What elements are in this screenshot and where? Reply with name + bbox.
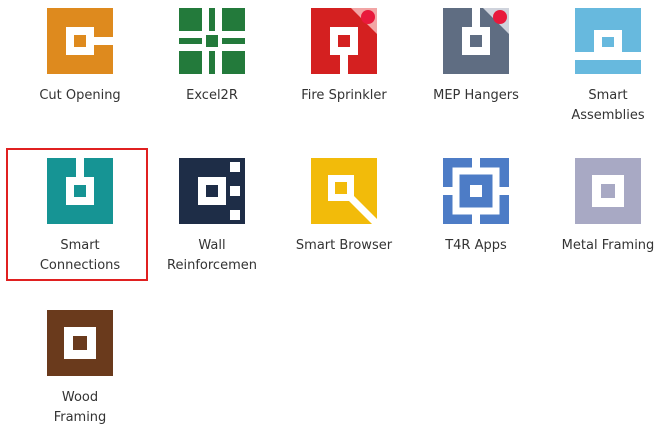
app-label: Smart Connections [39, 238, 121, 273]
app-tile-smart-connections[interactable]: Smart Connections [16, 158, 144, 278]
smart-connections-icon [47, 158, 113, 224]
app-tile-excel2r[interactable]: Excel2R [148, 8, 276, 123]
app-label: Metal Framing [561, 238, 655, 253]
fire-sprinkler-icon [311, 8, 377, 74]
app-label: Fire Sprinkler [301, 88, 387, 103]
app-tile-cut-opening[interactable]: Cut Opening [16, 8, 144, 123]
smart-browser-icon [311, 158, 377, 224]
app-tile-smart-assemblies[interactable]: Smart Assemblies [544, 8, 664, 123]
smart-assemblies-icon [575, 8, 641, 74]
t4r-apps-icon [443, 158, 509, 224]
app-tile-fire-sprinkler[interactable]: Fire Sprinkler [280, 8, 408, 123]
wood-framing-icon [47, 310, 113, 376]
app-tile-wood-framing[interactable]: Wood Framing [16, 310, 144, 426]
app-label: Smart Browser [295, 238, 393, 253]
app-tile-smart-browser[interactable]: Smart Browser [280, 158, 408, 278]
app-tile-metal-framing[interactable]: Metal Framing [544, 158, 664, 278]
app-label: Smart Assemblies [571, 88, 645, 123]
app-tile-t4r-apps[interactable]: T4R Apps [412, 158, 540, 278]
cut-opening-icon [47, 8, 113, 74]
metal-framing-icon [575, 158, 641, 224]
app-label: Cut Opening [39, 88, 121, 103]
excel2r-icon [179, 8, 245, 74]
app-label: Wall Reinforcemen [167, 238, 257, 273]
app-tile-mep-hangers[interactable]: MEP Hangers [412, 8, 540, 123]
app-label: Wood Framing [53, 390, 107, 425]
app-label: Excel2R [186, 88, 238, 103]
wall-reinforcement-icon [179, 158, 245, 224]
app-label: MEP Hangers [433, 88, 519, 103]
app-label: T4R Apps [445, 238, 507, 253]
app-tile-wall-reinforcement[interactable]: Wall Reinforcemen [148, 158, 276, 278]
mep-hangers-icon [443, 8, 509, 74]
